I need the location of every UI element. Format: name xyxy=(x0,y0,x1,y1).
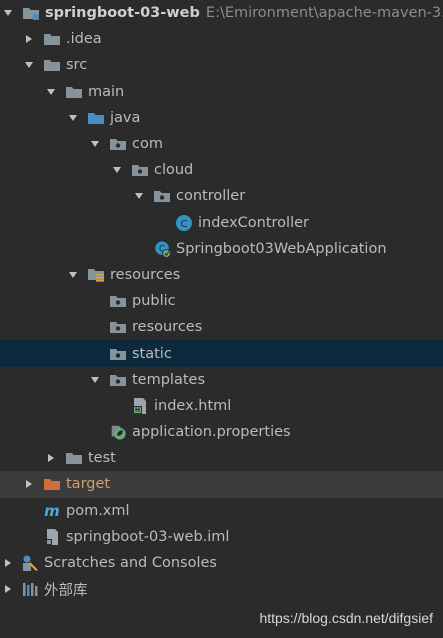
package-icon xyxy=(109,135,127,153)
package-icon xyxy=(109,371,127,389)
tree-row-test[interactable]: test xyxy=(0,445,443,471)
svg-text:C: C xyxy=(181,219,188,230)
folder-icon xyxy=(43,30,61,48)
file-label: index.html xyxy=(154,397,232,414)
class-label: Springboot03WebApplication xyxy=(176,240,387,257)
tree-row-index-html[interactable]: H index.html xyxy=(0,393,443,419)
spring-boot-class-icon: C xyxy=(153,240,171,258)
package-label: cloud xyxy=(154,162,194,179)
tree-row-iml[interactable]: springboot-03-web.iml xyxy=(0,524,443,550)
package-icon xyxy=(153,187,171,205)
chevron-down-icon[interactable] xyxy=(1,6,15,20)
chevron-right-icon[interactable] xyxy=(22,32,36,46)
folder-label: resources xyxy=(110,266,181,283)
tree-row-application-class[interactable]: C Springboot03WebApplication xyxy=(0,236,443,262)
project-path: E:\Emironment\apache-maven-3.6 xyxy=(205,5,443,22)
package-label: com xyxy=(132,136,163,153)
chevron-down-icon[interactable] xyxy=(44,85,58,99)
chevron-down-icon[interactable] xyxy=(110,163,124,177)
maven-icon: m xyxy=(43,502,61,520)
folder-label: public xyxy=(132,293,176,310)
tree-row-public[interactable]: public xyxy=(0,288,443,314)
spring-properties-icon xyxy=(109,423,127,441)
chevron-down-icon[interactable] xyxy=(88,373,102,387)
source-folder-icon xyxy=(87,109,105,127)
package-icon xyxy=(109,345,127,363)
scratches-icon xyxy=(21,554,39,572)
node-label: Scratches and Consoles xyxy=(44,555,217,572)
tree-row-main[interactable]: main xyxy=(0,79,443,105)
chevron-down-icon[interactable] xyxy=(66,268,80,282)
tree-row-templates[interactable]: templates xyxy=(0,367,443,393)
tree-row-controller[interactable]: controller xyxy=(0,183,443,209)
class-label: indexController xyxy=(198,214,309,231)
tree-row-resources-dir[interactable]: resources xyxy=(0,314,443,340)
tree-row-java[interactable]: java xyxy=(0,105,443,131)
folder-label: java xyxy=(110,109,141,126)
folder-icon xyxy=(43,56,61,74)
package-icon xyxy=(109,318,127,336)
node-label: 外部库 xyxy=(44,582,88,599)
chevron-right-icon[interactable] xyxy=(1,556,15,570)
file-label: application.properties xyxy=(132,424,291,441)
package-icon xyxy=(109,292,127,310)
tree-row-resources-root[interactable]: resources xyxy=(0,262,443,288)
tree-row-index-controller[interactable]: C indexController xyxy=(0,210,443,236)
project-tree: springboot-03-web E:\Emironment\apache-m… xyxy=(0,0,443,602)
package-icon xyxy=(131,161,149,179)
java-class-icon: C xyxy=(175,214,193,232)
folder-label: main xyxy=(88,83,125,100)
folder-label: target xyxy=(66,476,111,493)
folder-label: .idea xyxy=(66,31,102,48)
chevron-right-icon[interactable] xyxy=(1,582,15,596)
folder-icon xyxy=(65,449,83,467)
chevron-right-icon[interactable] xyxy=(44,451,58,465)
tree-row-application-properties[interactable]: application.properties xyxy=(0,419,443,445)
folder-label: templates xyxy=(132,371,206,388)
tree-row-external-libraries[interactable]: 外部库 xyxy=(0,576,443,602)
resources-root-icon xyxy=(87,266,105,284)
file-label: pom.xml xyxy=(66,502,130,519)
tree-row-project-root[interactable]: springboot-03-web E:\Emironment\apache-m… xyxy=(0,0,443,26)
chevron-right-icon[interactable] xyxy=(22,477,36,491)
module-file-icon xyxy=(43,528,61,546)
tree-row-pom[interactable]: m pom.xml xyxy=(0,498,443,524)
module-folder-icon xyxy=(22,4,40,22)
tree-row-target[interactable]: target xyxy=(0,471,443,498)
chevron-down-icon[interactable] xyxy=(22,58,36,72)
chevron-down-icon[interactable] xyxy=(66,111,80,125)
folder-icon xyxy=(65,83,83,101)
file-label: springboot-03-web.iml xyxy=(66,528,230,545)
folder-label: src xyxy=(66,57,88,74)
tree-row-idea[interactable]: .idea xyxy=(0,26,443,52)
svg-text:H: H xyxy=(135,407,140,414)
library-icon xyxy=(21,580,39,598)
svg-text:m: m xyxy=(44,502,60,520)
html-file-icon: H xyxy=(131,397,149,415)
tree-row-cloud[interactable]: cloud xyxy=(0,157,443,183)
excluded-folder-icon xyxy=(43,475,61,493)
chevron-down-icon[interactable] xyxy=(132,189,146,203)
tree-row-src[interactable]: src xyxy=(0,52,443,78)
tree-row-com[interactable]: com xyxy=(0,131,443,157)
watermark: https://blog.csdn.net/difgsief xyxy=(259,610,433,626)
folder-label: static xyxy=(132,345,172,362)
project-name: springboot-03-web xyxy=(45,5,200,22)
package-label: controller xyxy=(176,188,246,205)
folder-label: resources xyxy=(132,319,203,336)
tree-row-scratches[interactable]: Scratches and Consoles xyxy=(0,550,443,576)
tree-row-static[interactable]: static xyxy=(0,340,443,367)
folder-label: test xyxy=(88,450,116,467)
chevron-down-icon[interactable] xyxy=(88,137,102,151)
